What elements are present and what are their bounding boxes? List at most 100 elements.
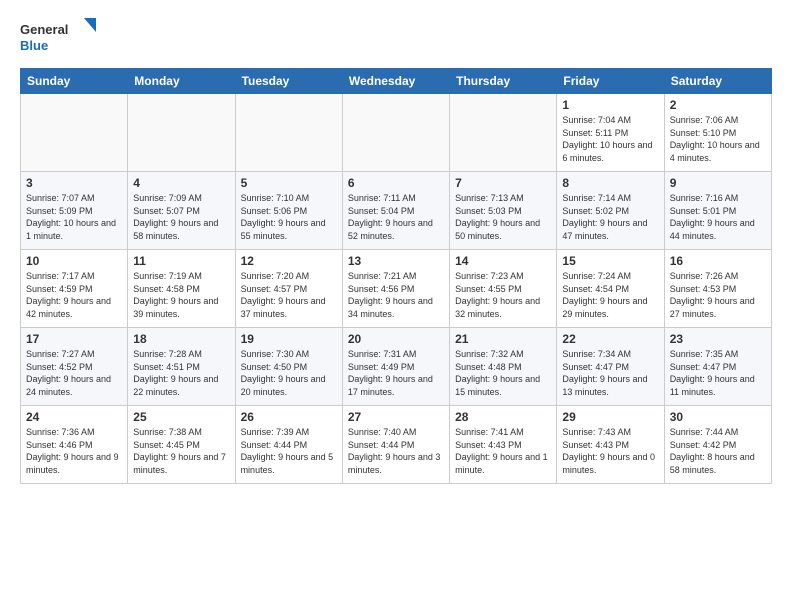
weekday-header-tuesday: Tuesday <box>235 69 342 94</box>
day-info: Sunrise: 7:14 AM Sunset: 5:02 PM Dayligh… <box>562 192 658 242</box>
calendar-cell: 11Sunrise: 7:19 AM Sunset: 4:58 PM Dayli… <box>128 250 235 328</box>
day-info: Sunrise: 7:20 AM Sunset: 4:57 PM Dayligh… <box>241 270 337 320</box>
day-number: 25 <box>133 410 229 424</box>
day-info: Sunrise: 7:44 AM Sunset: 4:42 PM Dayligh… <box>670 426 766 476</box>
day-number: 11 <box>133 254 229 268</box>
day-number: 26 <box>241 410 337 424</box>
calendar-cell: 16Sunrise: 7:26 AM Sunset: 4:53 PM Dayli… <box>664 250 771 328</box>
day-number: 17 <box>26 332 122 346</box>
day-number: 10 <box>26 254 122 268</box>
day-number: 14 <box>455 254 551 268</box>
day-info: Sunrise: 7:11 AM Sunset: 5:04 PM Dayligh… <box>348 192 444 242</box>
weekday-header-row: SundayMondayTuesdayWednesdayThursdayFrid… <box>21 69 772 94</box>
day-number: 21 <box>455 332 551 346</box>
calendar-cell: 3 Sunrise: 7:07 AM Sunset: 5:09 PM Daylig… <box>21 172 128 250</box>
day-info: Sunrise: 7:36 AM Sunset: 4:46 PM Dayligh… <box>26 426 122 476</box>
calendar-cell: 23Sunrise: 7:35 AM Sunset: 4:47 PM Dayli… <box>664 328 771 406</box>
calendar-cell: 28 Sunrise: 7:41 AM Sunset: 4:43 PM Dayli… <box>450 406 557 484</box>
day-number: 13 <box>348 254 444 268</box>
calendar-cell: 13 Sunrise: 7:21 AM Sunset: 4:56 PM Dayli… <box>342 250 449 328</box>
day-number: 24 <box>26 410 122 424</box>
calendar-cell <box>450 94 557 172</box>
day-number: 16 <box>670 254 766 268</box>
calendar-cell <box>342 94 449 172</box>
page: General Blue SundayMondayTuesdayWednesda… <box>0 0 792 494</box>
day-number: 12 <box>241 254 337 268</box>
day-info: Sunrise: 7:16 AM Sunset: 5:01 PM Dayligh… <box>670 192 766 242</box>
weekday-header-monday: Monday <box>128 69 235 94</box>
calendar-cell: 14 Sunrise: 7:23 AM Sunset: 4:55 PM Dayli… <box>450 250 557 328</box>
weekday-header-saturday: Saturday <box>664 69 771 94</box>
day-info: Sunrise: 7:17 AM Sunset: 4:59 PM Dayligh… <box>26 270 122 320</box>
calendar-cell <box>235 94 342 172</box>
day-info: Sunrise: 7:23 AM Sunset: 4:55 PM Dayligh… <box>455 270 551 320</box>
calendar-cell: 29 Sunrise: 7:43 AM Sunset: 4:43 PM Dayli… <box>557 406 664 484</box>
day-info: Sunrise: 7:38 AM Sunset: 4:45 PM Dayligh… <box>133 426 229 476</box>
calendar-row-4: 17Sunrise: 7:27 AM Sunset: 4:52 PM Dayli… <box>21 328 772 406</box>
day-number: 2 <box>670 98 766 112</box>
calendar-cell <box>128 94 235 172</box>
calendar-cell: 21 Sunrise: 7:32 AM Sunset: 4:48 PM Dayli… <box>450 328 557 406</box>
day-info: Sunrise: 7:07 AM Sunset: 5:09 PM Dayligh… <box>26 192 122 242</box>
day-number: 8 <box>562 176 658 190</box>
calendar-cell: 10 Sunrise: 7:17 AM Sunset: 4:59 PM Dayli… <box>21 250 128 328</box>
weekday-header-sunday: Sunday <box>21 69 128 94</box>
day-number: 15 <box>562 254 658 268</box>
weekday-header-wednesday: Wednesday <box>342 69 449 94</box>
calendar-row-1: 1 Sunrise: 7:04 AM Sunset: 5:11 PM Daylig… <box>21 94 772 172</box>
day-info: Sunrise: 7:43 AM Sunset: 4:43 PM Dayligh… <box>562 426 658 476</box>
day-info: Sunrise: 7:32 AM Sunset: 4:48 PM Dayligh… <box>455 348 551 398</box>
calendar-cell: 24 Sunrise: 7:36 AM Sunset: 4:46 PM Dayli… <box>21 406 128 484</box>
day-info: Sunrise: 7:28 AM Sunset: 4:51 PM Dayligh… <box>133 348 229 398</box>
day-info: Sunrise: 7:39 AM Sunset: 4:44 PM Dayligh… <box>241 426 337 476</box>
day-info: Sunrise: 7:41 AM Sunset: 4:43 PM Dayligh… <box>455 426 551 476</box>
day-info: Sunrise: 7:04 AM Sunset: 5:11 PM Dayligh… <box>562 114 658 164</box>
day-number: 30 <box>670 410 766 424</box>
day-number: 5 <box>241 176 337 190</box>
day-number: 27 <box>348 410 444 424</box>
calendar-cell: 19Sunrise: 7:30 AM Sunset: 4:50 PM Dayli… <box>235 328 342 406</box>
header: General Blue <box>20 16 772 60</box>
calendar-cell: 2 Sunrise: 7:06 AM Sunset: 5:10 PM Daylig… <box>664 94 771 172</box>
calendar-cell: 1 Sunrise: 7:04 AM Sunset: 5:11 PM Daylig… <box>557 94 664 172</box>
day-info: Sunrise: 7:21 AM Sunset: 4:56 PM Dayligh… <box>348 270 444 320</box>
day-number: 18 <box>133 332 229 346</box>
calendar-cell: 25 Sunrise: 7:38 AM Sunset: 4:45 PM Dayli… <box>128 406 235 484</box>
day-number: 7 <box>455 176 551 190</box>
day-number: 28 <box>455 410 551 424</box>
calendar-cell: 30 Sunrise: 7:44 AM Sunset: 4:42 PM Dayli… <box>664 406 771 484</box>
calendar-cell: 27 Sunrise: 7:40 AM Sunset: 4:44 PM Dayli… <box>342 406 449 484</box>
day-number: 6 <box>348 176 444 190</box>
logo-svg: General Blue <box>20 16 100 60</box>
calendar-cell: 15 Sunrise: 7:24 AM Sunset: 4:54 PM Dayli… <box>557 250 664 328</box>
day-number: 22 <box>562 332 658 346</box>
logo: General Blue <box>20 16 100 60</box>
day-number: 4 <box>133 176 229 190</box>
calendar-cell: 12 Sunrise: 7:20 AM Sunset: 4:57 PM Dayli… <box>235 250 342 328</box>
weekday-header-friday: Friday <box>557 69 664 94</box>
calendar-cell: 4 Sunrise: 7:09 AM Sunset: 5:07 PM Daylig… <box>128 172 235 250</box>
calendar-table: SundayMondayTuesdayWednesdayThursdayFrid… <box>20 68 772 484</box>
day-number: 20 <box>348 332 444 346</box>
day-info: Sunrise: 7:06 AM Sunset: 5:10 PM Dayligh… <box>670 114 766 164</box>
calendar-cell: 26 Sunrise: 7:39 AM Sunset: 4:44 PM Dayli… <box>235 406 342 484</box>
day-number: 3 <box>26 176 122 190</box>
calendar-cell: 18 Sunrise: 7:28 AM Sunset: 4:51 PM Dayli… <box>128 328 235 406</box>
calendar-cell: 17Sunrise: 7:27 AM Sunset: 4:52 PM Dayli… <box>21 328 128 406</box>
day-number: 23 <box>670 332 766 346</box>
day-number: 19 <box>241 332 337 346</box>
day-info: Sunrise: 7:40 AM Sunset: 4:44 PM Dayligh… <box>348 426 444 476</box>
calendar-cell: 8 Sunrise: 7:14 AM Sunset: 5:02 PM Daylig… <box>557 172 664 250</box>
calendar-cell: 9Sunrise: 7:16 AM Sunset: 5:01 PM Daylig… <box>664 172 771 250</box>
calendar-cell: 20Sunrise: 7:31 AM Sunset: 4:49 PM Dayli… <box>342 328 449 406</box>
day-info: Sunrise: 7:13 AM Sunset: 5:03 PM Dayligh… <box>455 192 551 242</box>
day-info: Sunrise: 7:24 AM Sunset: 4:54 PM Dayligh… <box>562 270 658 320</box>
calendar-cell: 22Sunrise: 7:34 AM Sunset: 4:47 PM Dayli… <box>557 328 664 406</box>
calendar-cell: 6 Sunrise: 7:11 AM Sunset: 5:04 PM Daylig… <box>342 172 449 250</box>
day-number: 29 <box>562 410 658 424</box>
calendar-cell <box>21 94 128 172</box>
day-number: 1 <box>562 98 658 112</box>
calendar-cell: 5 Sunrise: 7:10 AM Sunset: 5:06 PM Daylig… <box>235 172 342 250</box>
day-info: Sunrise: 7:09 AM Sunset: 5:07 PM Dayligh… <box>133 192 229 242</box>
day-info: Sunrise: 7:10 AM Sunset: 5:06 PM Dayligh… <box>241 192 337 242</box>
